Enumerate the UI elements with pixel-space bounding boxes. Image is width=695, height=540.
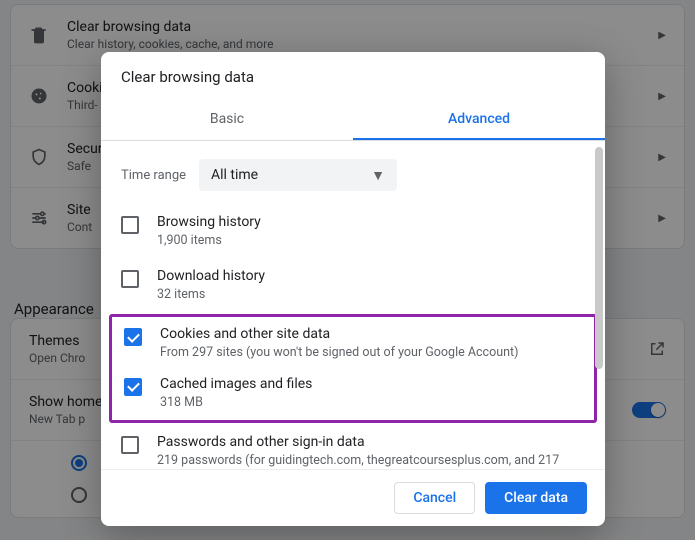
item-sub: 219 passwords (for guidingtech.com, theg… (157, 452, 585, 469)
item-title: Cached images and files (160, 376, 582, 392)
dialog-title: Clear browsing data (101, 52, 605, 100)
time-range-select[interactable]: All time ▼ (199, 159, 397, 191)
dialog-tabs: Basic Advanced (101, 100, 605, 141)
checkbox-download-history[interactable] (121, 270, 139, 288)
clear-browsing-data-dialog: Clear browsing data Basic Advanced Time … (101, 52, 605, 526)
item-sub: From 297 sites (you won't be signed out … (160, 344, 582, 362)
item-sub: 1,900 items (157, 232, 585, 250)
item-sub: 318 MB (160, 394, 582, 412)
item-cookies: Cookies and other site data From 297 site… (112, 319, 594, 369)
item-title: Browsing history (157, 214, 585, 230)
item-title: Cookies and other site data (160, 326, 582, 342)
item-download-history: Download history 32 items (101, 259, 605, 313)
checkbox-cookies[interactable] (124, 328, 142, 346)
checkbox-passwords[interactable] (121, 436, 139, 454)
item-title: Passwords and other sign-in data (157, 434, 585, 450)
item-sub: 32 items (157, 286, 585, 304)
time-range-value: All time (211, 167, 258, 183)
clear-data-button[interactable]: Clear data (485, 482, 587, 514)
dialog-body: Time range All time ▼ Browsing history 1,… (101, 141, 605, 469)
time-range-row: Time range All time ▼ (101, 141, 605, 205)
checkbox-browsing-history[interactable] (121, 216, 139, 234)
scrollbar-thumb[interactable] (595, 147, 603, 369)
tab-basic[interactable]: Basic (101, 100, 353, 140)
cancel-button[interactable]: Cancel (394, 482, 475, 514)
item-browsing-history: Browsing history 1,900 items (101, 205, 605, 259)
checkbox-cached[interactable] (124, 378, 142, 396)
item-title: Download history (157, 268, 585, 284)
time-range-label: Time range (121, 168, 199, 183)
dialog-footer: Cancel Clear data (101, 469, 605, 526)
highlighted-group: Cookies and other site data From 297 site… (109, 314, 597, 423)
item-cached: Cached images and files 318 MB (112, 369, 594, 419)
dropdown-arrow-icon: ▼ (371, 167, 385, 184)
item-passwords: Passwords and other sign-in data 219 pass… (101, 425, 605, 469)
tab-advanced[interactable]: Advanced (353, 100, 605, 140)
